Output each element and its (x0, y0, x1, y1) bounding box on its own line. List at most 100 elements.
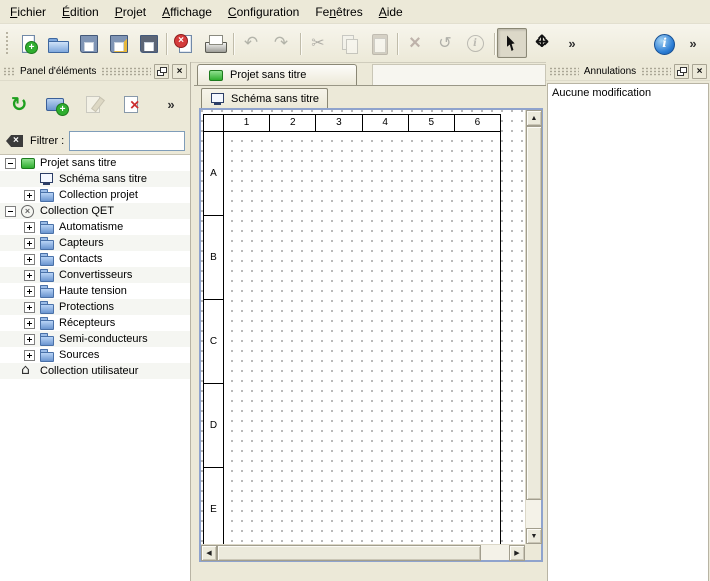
tree-item-label: Contacts (59, 253, 102, 265)
tree-item[interactable]: Convertisseurs (0, 267, 190, 283)
open-document-button[interactable] (42, 28, 72, 58)
tree-expander[interactable] (5, 206, 16, 217)
scroll-up-button[interactable] (526, 110, 542, 126)
tree-item[interactable]: Protections (0, 299, 190, 315)
cut-button[interactable] (303, 28, 333, 58)
rotate-button[interactable] (430, 28, 460, 58)
toolbar-overflow-button[interactable] (678, 28, 708, 58)
diagram-column-label: 1 (224, 115, 269, 131)
tree-expander[interactable] (24, 318, 35, 329)
reload-collections-button[interactable] (5, 90, 33, 118)
tree-expander[interactable] (24, 254, 35, 265)
diagram-row-label: A (204, 132, 223, 216)
menu-item[interactable]: Édition (54, 0, 107, 23)
tree-expander[interactable] (24, 334, 35, 345)
tree-expander[interactable] (24, 270, 35, 281)
tree-item-label: Collection projet (59, 189, 138, 201)
delete-element-button[interactable] (119, 90, 147, 118)
tree-item-icon (39, 220, 55, 234)
tab-schema[interactable]: Schéma sans titre (201, 88, 328, 108)
dock-grip (641, 67, 671, 76)
about-info-button[interactable] (648, 28, 678, 58)
filter-input[interactable] (69, 131, 185, 151)
undo-button[interactable] (236, 28, 266, 58)
tree-item[interactable]: Capteurs (0, 235, 190, 251)
tree-expander[interactable] (24, 302, 35, 313)
horizontal-scroll-thumb[interactable] (217, 545, 481, 561)
copy-button[interactable] (333, 28, 363, 58)
vertical-scroll-thumb[interactable] (526, 126, 542, 500)
elements-panel-titlebar[interactable]: Panel d'éléments (0, 62, 190, 81)
menu-item[interactable]: Fenêtres (307, 0, 370, 23)
tree-item-icon (39, 316, 55, 330)
save-button[interactable] (72, 28, 102, 58)
delete-button[interactable] (400, 28, 430, 58)
menu-item[interactable]: Fichier (2, 0, 54, 23)
diagram-column-label: 4 (362, 115, 408, 131)
scrollbar-corner (525, 544, 541, 560)
tree-expander[interactable] (24, 350, 35, 361)
new-element-button[interactable] (43, 90, 71, 118)
vertical-scrollbar[interactable] (525, 110, 541, 544)
menu-item[interactable]: Affichage (154, 0, 220, 23)
tree-item[interactable]: Haute tension (0, 283, 190, 299)
separator (296, 28, 303, 58)
elements-panel-toolbar (0, 81, 190, 127)
select-mode-button[interactable] (497, 28, 527, 58)
separator (162, 28, 169, 58)
diagram-row-headers: ABCDE (204, 132, 224, 544)
tree-item[interactable]: Automatisme (0, 219, 190, 235)
separator (393, 28, 400, 58)
save-as-button[interactable] (102, 28, 132, 58)
float-panel-button[interactable] (674, 64, 689, 79)
tree-item[interactable]: Collection utilisateur (0, 363, 190, 379)
tree-item[interactable]: Projet sans titre (0, 155, 190, 171)
diagram-row-label: E (204, 468, 223, 544)
undo-history-list[interactable]: Aucune modification (547, 83, 709, 581)
horizontal-scrollbar[interactable] (201, 544, 525, 560)
toolbar-overflow-button[interactable] (557, 28, 587, 58)
tree-expander[interactable] (24, 222, 35, 233)
scroll-right-button[interactable] (509, 545, 525, 561)
info-button[interactable] (460, 28, 490, 58)
tree-item[interactable]: Collection projet (0, 187, 190, 203)
tree-item[interactable]: Récepteurs (0, 315, 190, 331)
scroll-down-button[interactable] (526, 528, 542, 544)
diagram-column-label: 5 (408, 115, 454, 131)
tree-item-label: Convertisseurs (59, 269, 132, 281)
tree-item[interactable]: Schéma sans titre (0, 171, 190, 187)
new-document-button[interactable] (12, 28, 42, 58)
paste-button[interactable] (363, 28, 393, 58)
move-mode-button[interactable] (527, 28, 557, 58)
close-document-button[interactable] (169, 28, 199, 58)
tree-item-icon (39, 300, 55, 314)
diagram-border-frame: 123456 ABCDE (203, 114, 501, 544)
scroll-left-button[interactable] (201, 545, 217, 561)
diagram-canvas[interactable]: 123456 ABCDE (201, 110, 525, 544)
tree-expander[interactable] (5, 158, 16, 169)
save-all-button[interactable] (132, 28, 162, 58)
menu-item[interactable]: Configuration (220, 0, 307, 23)
redo-button[interactable] (266, 28, 296, 58)
undo-panel-titlebar[interactable]: Annulations (546, 62, 710, 81)
edit-element-button[interactable] (81, 90, 109, 118)
panel-overflow-button[interactable] (157, 90, 185, 118)
tree-item[interactable]: Semi-conducteurs (0, 331, 190, 347)
diagram-column-headers: 123456 (224, 115, 500, 132)
tab-project[interactable]: Projet sans titre (197, 64, 357, 85)
tree-expander[interactable] (24, 190, 35, 201)
tree-item[interactable]: Collection QET (0, 203, 190, 219)
tree-expander[interactable] (24, 286, 35, 297)
tree-item[interactable]: Contacts (0, 251, 190, 267)
close-panel-button[interactable] (692, 64, 707, 79)
tree-item[interactable]: Sources (0, 347, 190, 363)
print-button[interactable] (199, 28, 229, 58)
toolbar-drag-handle[interactable] (4, 30, 9, 56)
tree-expander[interactable] (24, 238, 35, 249)
diagram-view: 123456 ABCDE (199, 108, 543, 562)
float-panel-button[interactable] (154, 64, 169, 79)
menu-item[interactable]: Projet (107, 0, 154, 23)
menu-item[interactable]: Aide (371, 0, 411, 23)
close-panel-button[interactable] (172, 64, 187, 79)
elements-panel: Panel d'éléments Filtrer : Projet sans t… (0, 62, 191, 581)
